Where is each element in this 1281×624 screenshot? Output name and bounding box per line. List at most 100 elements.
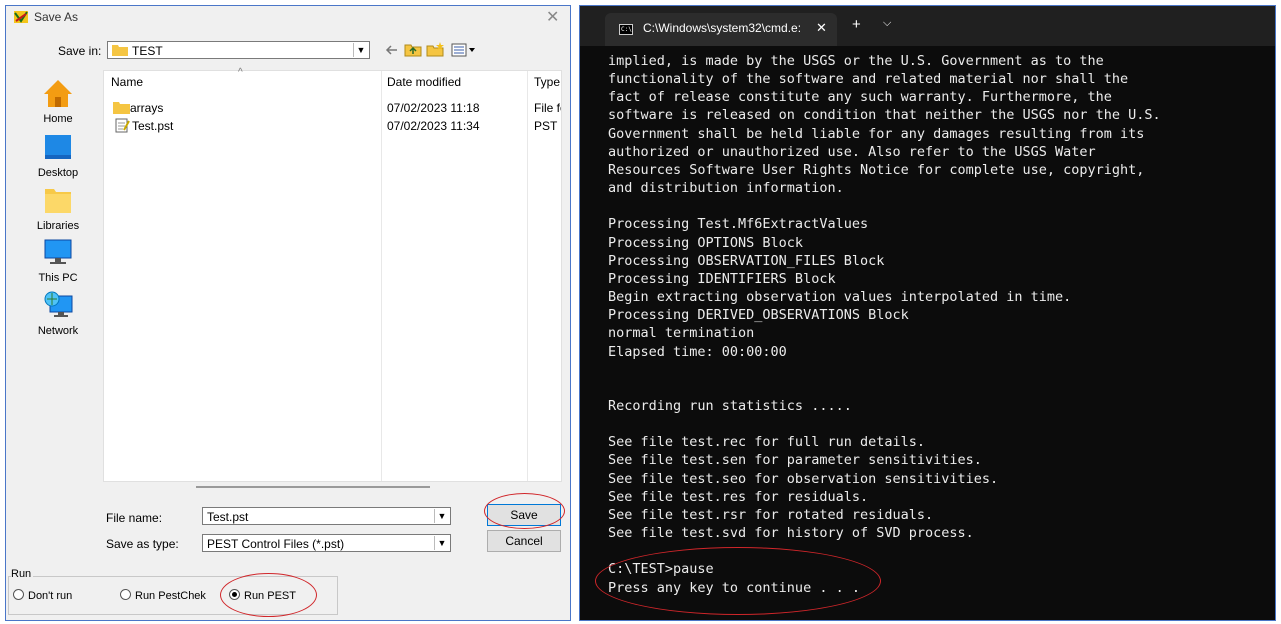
console-line: and distribution information. — [608, 180, 844, 197]
radio-circle[interactable] — [120, 589, 131, 600]
save-annotation-circle — [484, 493, 565, 529]
file-type: File fo — [534, 101, 561, 115]
sort-ascending-icon: ^ — [238, 67, 243, 78]
close-icon[interactable]: ✕ — [546, 7, 559, 27]
console-line: Processing DERIVED_OBSERVATIONS Block — [608, 307, 909, 324]
folder-icon — [112, 45, 128, 56]
dialog-title: Save As — [34, 10, 79, 24]
view-menu-icon[interactable] — [451, 43, 479, 57]
chevron-down-icon[interactable]: ⌵ — [883, 17, 891, 30]
chevron-down-icon[interactable]: ▼ — [434, 536, 449, 550]
column-header-type[interactable]: Type — [534, 75, 560, 89]
run-group-label: Run — [11, 568, 34, 580]
place-this-pc[interactable]: This PC — [12, 237, 104, 284]
file-name-input[interactable]: Test.pst ▼ — [202, 507, 451, 525]
tab-bar: C:\ C:\Windows\system32\cmd.e: ✕ + ⌵ — [580, 6, 1275, 46]
tab-title: C:\Windows\system32\cmd.e: — [643, 21, 802, 35]
file-list[interactable]: ^ Name Date modified Type arrays 07/02/2… — [103, 67, 562, 482]
console-line: See file test.seo for observation sensit… — [608, 470, 999, 487]
run-pest-annotation-circle — [220, 573, 317, 617]
save-in-label: Save in: — [58, 44, 102, 58]
place-label: This PC — [38, 272, 78, 284]
file-name: Test.pst — [132, 119, 174, 133]
file-name-label: File name: — [106, 511, 163, 525]
close-icon[interactable]: ✕ — [816, 20, 827, 36]
save-as-type-value: PEST Control Files (*.pst) — [207, 537, 345, 551]
console-line: Government shall be held liable for any … — [608, 125, 1145, 142]
save-as-type-select[interactable]: PEST Control Files (*.pst) ▼ — [202, 534, 451, 552]
file-name-value: Test.pst — [207, 510, 249, 524]
place-libraries[interactable]: Libraries — [12, 185, 104, 232]
save-as-dialog: Save As ✕ Save in: TEST ▼ Home Desktop L… — [5, 5, 571, 621]
console-line: Elapsed time: 00:00:00 — [608, 343, 787, 360]
terminal-window: C:\ C:\Windows\system32\cmd.e: ✕ + ⌵ imp… — [579, 5, 1276, 621]
cmd-icon: C:\ — [619, 24, 633, 35]
console-line: See file test.res for residuals. — [608, 488, 869, 505]
folder-icon — [113, 102, 130, 114]
console-line: normal termination — [608, 325, 755, 342]
new-folder-icon[interactable] — [426, 41, 446, 57]
new-tab-icon[interactable]: + — [852, 16, 861, 33]
pst-file-icon — [115, 118, 130, 133]
console-line: Processing OPTIONS Block — [608, 234, 804, 251]
console-line: Processing OBSERVATION_FILES Block — [608, 252, 885, 269]
place-label: Desktop — [37, 167, 79, 179]
console-line: See file test.svd for history of SVD pro… — [608, 525, 974, 542]
file-row[interactable]: arrays 07/02/2023 11:18 File fo — [104, 99, 561, 117]
console-line: See file test.rec for full run details. — [608, 434, 925, 451]
libraries-icon — [45, 189, 71, 213]
place-label: Libraries — [36, 220, 80, 232]
file-date: 07/02/2023 11:18 — [387, 101, 480, 115]
console-line: Processing IDENTIFIERS Block — [608, 270, 836, 287]
prompt-annotation-circle — [595, 547, 881, 615]
tab-cmd[interactable]: C:\ C:\Windows\system32\cmd.e: ✕ — [605, 13, 837, 46]
radio-label: Run PestChek — [135, 590, 206, 602]
console-line: implied, is made by the USGS or the U.S.… — [608, 53, 1104, 69]
pest-app-icon — [14, 11, 28, 23]
console-line: See file test.rsr for rotated residuals. — [608, 506, 934, 523]
save-as-type-label: Save as type: — [106, 537, 179, 551]
console-line: fact of release constitute any such warr… — [608, 89, 1112, 106]
save-in-value: TEST — [132, 44, 163, 58]
place-label: Home — [43, 113, 73, 125]
cancel-button[interactable]: Cancel — [487, 530, 561, 552]
back-arrow-icon[interactable] — [385, 43, 399, 57]
column-header-date[interactable]: Date modified — [387, 75, 461, 89]
column-header-name[interactable]: Name — [111, 75, 143, 89]
save-in-combo[interactable]: TEST ▼ — [107, 41, 370, 59]
console-line: See file test.sen for parameter sensitiv… — [608, 452, 982, 469]
console-line: functionality of the software and relate… — [608, 71, 1129, 88]
place-home[interactable]: Home — [12, 78, 104, 125]
desktop-icon — [45, 135, 71, 159]
file-name: arrays — [130, 101, 164, 115]
place-label: Network — [37, 325, 79, 337]
radio-dont-run[interactable]: Don't run — [13, 589, 72, 602]
chevron-down-icon[interactable]: ▼ — [434, 509, 449, 523]
radio-run-pestchek[interactable]: Run PestChek — [120, 589, 206, 602]
up-folder-icon[interactable] — [404, 42, 422, 57]
radio-circle[interactable] — [13, 589, 24, 600]
console-line: Resources Software User Rights Notice fo… — [608, 161, 1145, 178]
places-bar: Home Desktop Libraries This PC Network — [12, 72, 104, 482]
network-icon — [44, 291, 73, 317]
console-output[interactable]: implied, is made by the USGS or the U.S.… — [608, 52, 1161, 597]
file-type: PST F — [534, 119, 561, 133]
console-line: Recording run statistics ..... — [608, 397, 852, 414]
home-icon — [44, 80, 72, 107]
file-date: 07/02/2023 11:34 — [387, 119, 480, 133]
console-line: Processing Test.Mf6ExtractValues — [608, 216, 869, 233]
console-line: authorized or unauthorized use. Also ref… — [608, 143, 1096, 160]
this-pc-icon — [44, 239, 72, 264]
console-line: software is released on condition that n… — [608, 107, 1161, 124]
place-network[interactable]: Network — [12, 290, 104, 337]
horizontal-scrollbar[interactable] — [196, 486, 430, 488]
file-row[interactable]: Test.pst 07/02/2023 11:34 PST F — [104, 117, 561, 135]
place-desktop[interactable]: Desktop — [12, 132, 104, 179]
radio-label: Don't run — [28, 590, 73, 602]
console-line: Begin extracting observation values inte… — [608, 289, 1072, 306]
chevron-down-icon[interactable]: ▼ — [353, 43, 368, 57]
